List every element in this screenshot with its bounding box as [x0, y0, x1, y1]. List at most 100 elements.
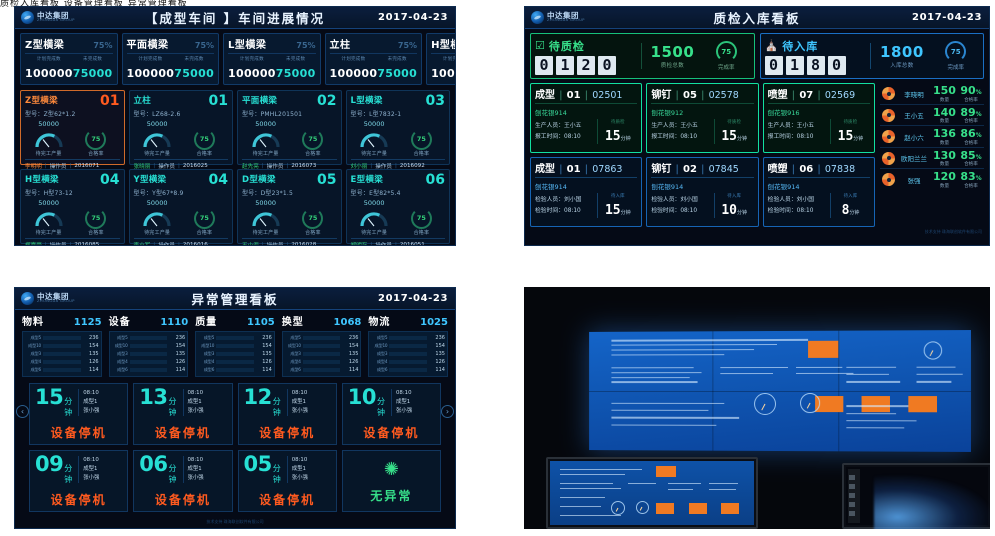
bar-row: 成型4 126	[285, 358, 358, 366]
alarm-card[interactable]: 09 分钟 08:10 成型1 张小强 设备停机	[29, 450, 129, 512]
panel2-date: 2017-04-23	[912, 12, 982, 23]
exception-metric-column[interactable]: 物流 1025 成型5 236 成型10 154 成型3 135 成型4 126 成型6 114	[366, 313, 450, 377]
bar-track	[389, 351, 427, 357]
bar-value: 126	[435, 359, 445, 365]
bar-value: 135	[348, 351, 359, 357]
summary-rate-label: 完成率	[717, 65, 735, 71]
digit: 1	[556, 55, 574, 75]
product-tab[interactable]: 平面横梁 75% 计划完成数 100000 未完成数 75000	[121, 33, 220, 85]
warehouse-job-card[interactable]: 喷塑 | 06 | 07838 刨花银914 检验人员：刘小国 检验时间：08:10 待入库 8分…	[762, 157, 875, 227]
desk-monitor-right	[842, 463, 990, 529]
material-name: 刨花银914	[767, 183, 800, 191]
alarm-card[interactable]: 05 分钟 08:10 成型1 张小强 设备停机	[237, 450, 337, 512]
bar-row: 成型5 236	[198, 334, 272, 342]
timer-unit: 分钟	[620, 136, 631, 142]
alarm-minutes-unit: 分钟	[64, 397, 73, 417]
bar-row: 成型4 126	[112, 358, 186, 366]
machine-card[interactable]: H型横梁 04 型号：H型73-12 50000 待完工产量 75 合格率 郑嘉豪 | 操作员 |…	[20, 169, 125, 245]
alarm-card-area: ‹ › 15 分钟 08:10 成型1 张小强 设备停机 13 分钟 08:10 成型1 张小强 设备…	[15, 377, 455, 525]
pass-rate-value: 75	[199, 214, 209, 222]
separator: |	[177, 162, 180, 169]
bar-track	[43, 343, 81, 349]
rate-label: 合格率	[964, 97, 978, 103]
bar-value: 126	[175, 359, 186, 365]
bar-track	[216, 367, 254, 373]
gauge-value: 50000	[255, 199, 276, 207]
alarm-card[interactable]: 13 分钟 08:10 成型1 张小强 设备停机	[133, 383, 233, 445]
panel-control-room-photo	[524, 287, 990, 529]
prev-page-arrow-icon[interactable]: ‹	[16, 405, 29, 418]
bar-track	[302, 335, 341, 341]
warehouse-job-card[interactable]: 铆钉 | 02 | 07845 刨花银914 检验人员：刘小国 检验时间：08:10 待入库 10…	[646, 157, 759, 227]
exception-metric-column[interactable]: 换型 1068 成型5 236 成型10 154 成型3 135 成型4 126 成型6 114	[280, 313, 364, 377]
bar-track	[129, 335, 168, 341]
operator-rank-row[interactable]: 李晓明 150 数量 90% 合格率	[880, 84, 984, 105]
material-name: 刨花银912	[651, 109, 684, 117]
machine-number: 02	[317, 93, 337, 109]
alarm-card[interactable]: 15 分钟 08:10 成型1 张小强 设备停机	[29, 383, 129, 445]
timer-value: 15	[604, 203, 621, 218]
machine-card[interactable]: Y型横梁 04 型号：Y型67*8.9 50000 待完工产量 75 合格率 李小军 | 操作员…	[128, 169, 233, 245]
qc-job-card[interactable]: 铆钉 | 05 | 02578 刨花银912 生产人员：王小五 报工时间：08:10 待质检 15…	[646, 83, 759, 153]
alarm-card[interactable]: 06 分钟 08:10 成型1 张小强 设备停机	[133, 450, 233, 512]
separator: |	[700, 164, 705, 175]
operator-rank-row[interactable]: 王小五 140 数量 89% 合格率	[880, 106, 984, 127]
exception-metric-column[interactable]: 物料 1125 成型5 236 成型10 154 成型3 135 成型4 126 成型6 114	[20, 313, 104, 377]
machine-model: 型号：Z型62*1.2	[25, 111, 76, 118]
qc-job-card[interactable]: 成型 | 01 | 02501 刨花银914 生产人员：王小五 报工时间：08:10 待质检 15…	[530, 83, 643, 153]
alarm-card[interactable]: 10 分钟 08:10 成型1 张小强 设备停机	[341, 383, 441, 445]
bar-track	[389, 367, 427, 373]
alarm-person: 张小强	[291, 474, 308, 481]
operator-rank-row[interactable]: 赵小六 136 数量 86% 合格率	[880, 127, 984, 148]
alarm-line: 成型1	[396, 399, 411, 406]
alarm-card[interactable]: ✺ 无异常	[341, 450, 441, 512]
product-tab[interactable]: Z型横梁 75% 计划完成数 100000 未完成数 75000	[20, 33, 118, 85]
machine-number: 04	[208, 172, 228, 188]
warehouse-job-card[interactable]: 成型 | 01 | 07863 刨花银914 检验人员：刘小国 检验时间：08:10 待入库 15…	[530, 157, 643, 227]
machine-number: 06	[425, 172, 445, 188]
alarm-card[interactable]: 12 分钟 08:10 成型1 张小强 设备停机	[237, 383, 337, 445]
machine-card[interactable]: L型横梁 03 型号：L型7832-1 50000 待完工产量 75 合格率 刘小丽 | 操作员…	[345, 90, 450, 170]
bar-row: 成型10 154	[371, 342, 445, 350]
time-label: 检验时间	[535, 207, 559, 214]
machine-card[interactable]: E型横梁 06 型号：E型82*5.4 50000 待完工产量 75 合格率 郑明存 | 操作员…	[345, 169, 450, 245]
exception-metric-column[interactable]: 设备 1110 成型5 236 成型10 154 成型3 135 成型4 126 成型6 114	[107, 313, 191, 377]
incomplete-label: 未完成数	[184, 57, 204, 62]
product-tab[interactable]: 立柱 75% 计划完成数 100000 未完成数 75000	[324, 33, 423, 85]
machine-card[interactable]: D型横梁 05 型号：D型23*1.5 50000 待完工产量 75 合格率 王小海 | 操作员…	[237, 169, 342, 245]
bar-label: 成型6	[117, 367, 128, 372]
alarm-minutes-unit: 分钟	[168, 397, 177, 417]
gauge-value: 50000	[38, 199, 59, 207]
operator-rank-row[interactable]: 张强 120 数量 83% 合格率	[880, 170, 984, 190]
bar-label: 成型10	[201, 343, 215, 348]
product-tab[interactable]: H型横梁 75% 计划完成数100000 未完成数75000	[426, 33, 455, 85]
qty-label: 数量	[939, 162, 950, 168]
summary-rate: 75	[721, 47, 732, 56]
summary-total-label: 质检总数	[660, 63, 684, 69]
bar-label: 成型10	[374, 343, 388, 348]
bar-track	[43, 335, 81, 341]
person-label: 生产人员	[535, 123, 559, 130]
product-tab[interactable]: L型横梁 75% 计划完成数 100000 未完成数 75000	[223, 33, 321, 85]
bar-row: 成型3 135	[198, 350, 272, 358]
next-page-arrow-icon[interactable]: ›	[441, 405, 454, 418]
machine-card[interactable]: Z型横梁 01 型号：Z型62*1.2 50000 待完工产量 75 合格率 李明明 | 操作员…	[20, 90, 125, 170]
machine-card[interactable]: 平面横梁 02 型号：PMHL201501 50000 待完工产量 75 合格率 赵先亮 | 操…	[237, 90, 342, 170]
warehouse-icon: ⛪	[764, 39, 780, 52]
qc-job-card[interactable]: 喷塑 | 07 | 02569 刨花银916 生产人员：王小五 报工时间：08:10 待质检 15…	[762, 83, 875, 153]
exception-metric-column[interactable]: 质量 1105 成型5 236 成型10 154 成型3 135 成型4 126 成型6 114	[193, 313, 277, 377]
material-name: 刨花银916	[767, 109, 800, 117]
alarm-minutes: 06	[139, 452, 168, 476]
alarm-line: 成型1	[187, 399, 202, 406]
operator-rank-row[interactable]: 欧阳兰兰 130 数量 85% 合格率	[880, 149, 984, 170]
alarm-line: 成型1	[83, 399, 98, 406]
time-label: 报工时间	[651, 133, 675, 140]
timer-unit: 分钟	[736, 136, 747, 142]
machine-card[interactable]: 立柱 01 型号：LZ68-2.6 50000 待完工产量 75 合格率 张晓丽 | 操作员 | 2…	[128, 90, 233, 170]
bar-value: 135	[175, 351, 186, 357]
bar-value: 126	[262, 359, 272, 365]
order-code: 02578	[708, 90, 739, 101]
operator-rate: 85	[960, 148, 976, 162]
pass-rate-label: 合格率	[196, 151, 213, 157]
person-name: 王小五	[680, 123, 698, 130]
